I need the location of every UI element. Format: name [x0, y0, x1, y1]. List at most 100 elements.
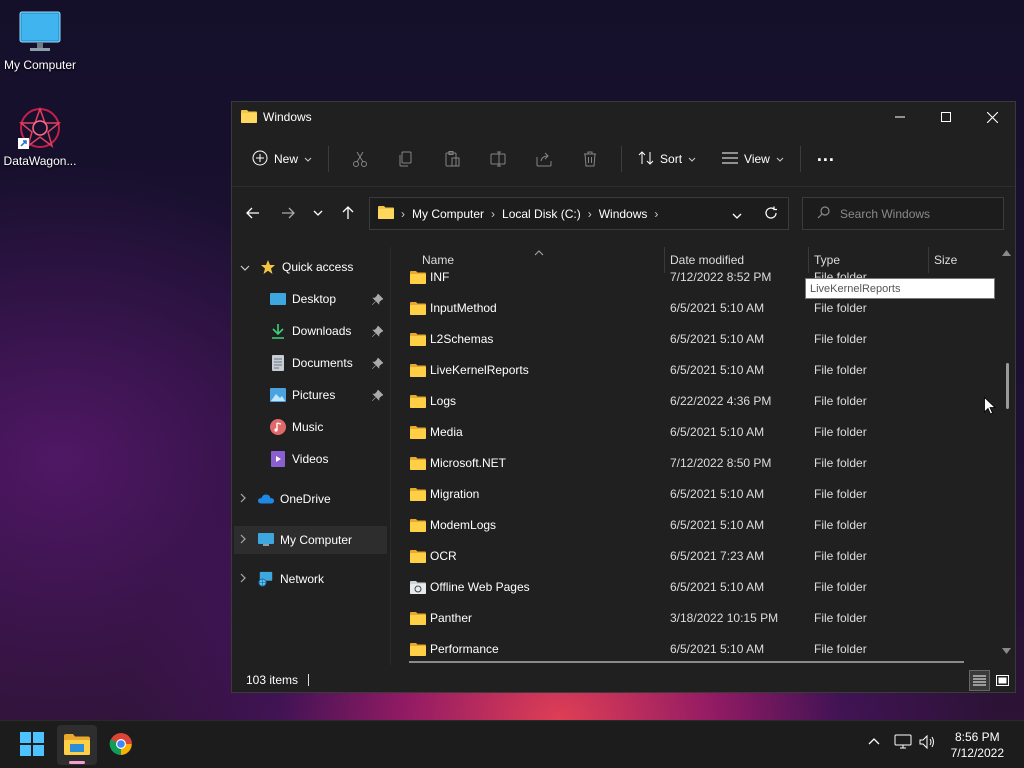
- copy-icon[interactable]: [390, 143, 422, 175]
- table-row[interactable]: L2Schemas 6/5/2021 5:10 AM File folder: [391, 324, 1001, 355]
- monitor-icon: [18, 10, 62, 54]
- start-button[interactable]: [12, 725, 52, 765]
- taskbar-file-explorer[interactable]: [57, 725, 97, 765]
- details-view-icon[interactable]: [969, 670, 990, 691]
- more-options-button[interactable]: ...: [809, 143, 843, 175]
- mouse-cursor-icon: [984, 396, 996, 418]
- address-history-dropdown[interactable]: [732, 208, 742, 222]
- table-row[interactable]: Media 6/5/2021 5:10 AM File folder: [391, 417, 1001, 448]
- sidebar-item-quick-access[interactable]: Quick access: [240, 254, 353, 280]
- sidebar-item-music[interactable]: Music: [270, 414, 323, 440]
- sidebar-item-pictures[interactable]: Pictures: [270, 382, 335, 408]
- desktop-icon-datawagon[interactable]: DataWagon...: [0, 106, 80, 168]
- scroll-down-arrow-icon[interactable]: [1002, 643, 1011, 657]
- table-row[interactable]: LiveKernelReports 6/5/2021 5:10 AM File fo…: [391, 355, 1001, 386]
- file-type: File folder: [814, 425, 867, 439]
- forward-button[interactable]: [273, 198, 303, 228]
- file-type: File folder: [814, 301, 867, 315]
- maximize-button[interactable]: [923, 102, 969, 132]
- new-button[interactable]: New: [244, 143, 320, 175]
- window-title: Windows: [263, 110, 312, 124]
- rename-icon[interactable]: [482, 143, 514, 175]
- file-explorer-icon: [64, 733, 90, 758]
- delete-icon[interactable]: [574, 143, 606, 175]
- file-date-modified: 6/5/2021 5:10 AM: [670, 487, 765, 501]
- show-hidden-icons-button[interactable]: [868, 734, 880, 748]
- paste-icon[interactable]: [436, 143, 468, 175]
- command-bar: New Sort View ...: [232, 132, 1015, 187]
- system-clock[interactable]: 8:56 PM 7/12/2022: [951, 729, 1004, 761]
- pin-icon[interactable]: [371, 325, 384, 340]
- folder-icon: [410, 332, 426, 346]
- search-icon: [817, 205, 830, 222]
- folder-icon: [410, 425, 426, 439]
- download-icon: [270, 323, 286, 339]
- chevron-right-icon: [240, 533, 246, 547]
- address-bar[interactable]: › My Computer › Local Disk (C:) › Window…: [369, 197, 789, 230]
- sort-button[interactable]: Sort: [630, 143, 704, 175]
- back-button[interactable]: [238, 198, 268, 228]
- desktop-icon-my-computer[interactable]: My Computer: [0, 10, 80, 72]
- folder-icon: [410, 642, 426, 656]
- up-button[interactable]: [333, 198, 363, 228]
- large-icons-view-icon[interactable]: [992, 670, 1013, 691]
- file-name: LiveKernelReports: [430, 363, 529, 377]
- table-row[interactable]: OCR 6/5/2021 7:23 AM File folder: [391, 541, 1001, 572]
- table-row[interactable]: ModemLogs 6/5/2021 5:10 AM File folder: [391, 510, 1001, 541]
- search-input[interactable]: Search Windows: [802, 197, 1004, 230]
- scrollbar-thumb[interactable]: [1006, 363, 1009, 409]
- table-row[interactable]: Logs 6/22/2022 4:36 PM File folder: [391, 386, 1001, 417]
- minimize-button[interactable]: [877, 102, 923, 132]
- table-row[interactable]: Panther 3/18/2022 10:15 PM File folder: [391, 603, 1001, 634]
- file-name: Logs: [430, 394, 457, 408]
- network-status-icon[interactable]: [894, 734, 912, 750]
- web-folder-icon: [410, 580, 426, 594]
- file-date-modified: 6/5/2021 5:10 AM: [670, 301, 765, 315]
- volume-icon[interactable]: [919, 734, 937, 750]
- sort-label: Sort: [660, 152, 683, 166]
- breadcrumb-windows[interactable]: Windows: [599, 207, 648, 221]
- pin-icon[interactable]: [371, 357, 384, 372]
- sidebar-label: OneDrive: [280, 492, 331, 506]
- refresh-icon[interactable]: [764, 206, 778, 223]
- sidebar-item-onedrive[interactable]: OneDrive: [240, 486, 331, 512]
- file-date-modified: 6/5/2021 5:10 AM: [670, 425, 765, 439]
- taskbar-chrome[interactable]: [101, 725, 141, 765]
- breadcrumb-my-computer[interactable]: My Computer: [412, 207, 484, 221]
- breadcrumb-local-disk[interactable]: Local Disk (C:): [502, 207, 581, 221]
- table-row[interactable]: Microsoft.NET 7/12/2022 8:50 PM File folde…: [391, 448, 1001, 479]
- file-name: L2Schemas: [430, 332, 494, 346]
- vertical-scrollbar[interactable]: [999, 247, 1015, 657]
- file-type: File folder: [814, 363, 867, 377]
- close-button[interactable]: [969, 102, 1015, 132]
- table-row[interactable]: Offline Web Pages 6/5/2021 5:10 AM File fo…: [391, 572, 1001, 603]
- file-type: File folder: [814, 394, 867, 408]
- folder-icon: [410, 611, 426, 625]
- file-name: Panther: [430, 611, 473, 625]
- view-button[interactable]: View: [714, 143, 792, 175]
- share-icon[interactable]: [528, 143, 560, 175]
- sidebar-item-documents[interactable]: Documents: [270, 350, 353, 376]
- toolbar-divider: [328, 146, 330, 172]
- scroll-up-arrow-icon[interactable]: [1002, 245, 1011, 259]
- cloud-icon: [258, 491, 274, 507]
- music-icon: [270, 419, 286, 435]
- file-name: Performance: [430, 642, 499, 656]
- desktop-icon-label: DataWagon...: [3, 154, 77, 168]
- horizontal-scrollbar[interactable]: [409, 661, 964, 663]
- table-row[interactable]: Migration 6/5/2021 5:10 AM File folder: [391, 479, 1001, 510]
- breadcrumb-chevron-icon: ›: [401, 206, 405, 221]
- sidebar-item-desktop[interactable]: Desktop: [270, 286, 336, 312]
- title-bar[interactable]: Windows: [232, 102, 1015, 132]
- sidebar-item-my-computer[interactable]: My Computer: [234, 526, 387, 554]
- pin-icon[interactable]: [371, 293, 384, 308]
- sidebar-item-downloads[interactable]: Downloads: [270, 318, 351, 344]
- sidebar-item-videos[interactable]: Videos: [270, 446, 328, 472]
- recent-locations-button[interactable]: [303, 198, 333, 228]
- sidebar-item-network[interactable]: Network: [240, 566, 324, 592]
- new-label: New: [274, 152, 299, 166]
- pin-icon[interactable]: [371, 389, 384, 404]
- cut-icon[interactable]: [344, 143, 376, 175]
- chrome-icon: [109, 732, 133, 759]
- chevron-up-icon: [868, 734, 880, 748]
